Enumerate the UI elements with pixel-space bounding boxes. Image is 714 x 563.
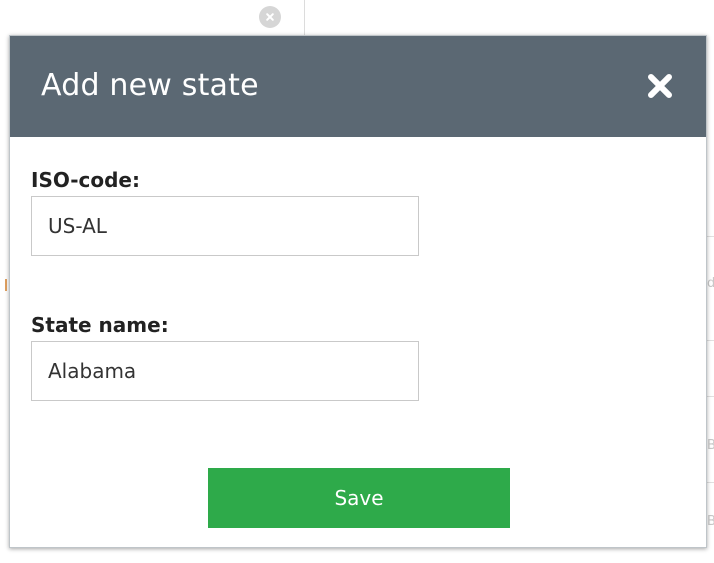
remove-circle-icon[interactable] bbox=[259, 6, 281, 28]
close-button[interactable] bbox=[644, 70, 676, 102]
background-row-divider bbox=[706, 482, 714, 483]
close-icon bbox=[648, 74, 672, 98]
state-name-input[interactable] bbox=[31, 341, 419, 401]
background-row-divider bbox=[706, 396, 714, 397]
background-divider bbox=[304, 0, 305, 36]
iso-code-input[interactable] bbox=[31, 196, 419, 256]
add-state-dialog: Add new state ISO-code: State name: Save bbox=[9, 35, 707, 548]
background-edge-glyph: d bbox=[707, 276, 714, 291]
dialog-header: Add new state bbox=[10, 36, 706, 137]
iso-code-label: ISO-code: bbox=[31, 168, 140, 192]
background-edge-mark bbox=[3, 279, 7, 291]
background-edge-glyph: B bbox=[707, 438, 714, 453]
dialog-title: Add new state bbox=[41, 68, 259, 103]
background-edge-glyph: B bbox=[707, 514, 714, 529]
save-button[interactable]: Save bbox=[208, 468, 510, 528]
background-row-divider bbox=[706, 236, 714, 237]
state-name-label: State name: bbox=[31, 313, 169, 337]
background-row-divider bbox=[706, 340, 714, 341]
